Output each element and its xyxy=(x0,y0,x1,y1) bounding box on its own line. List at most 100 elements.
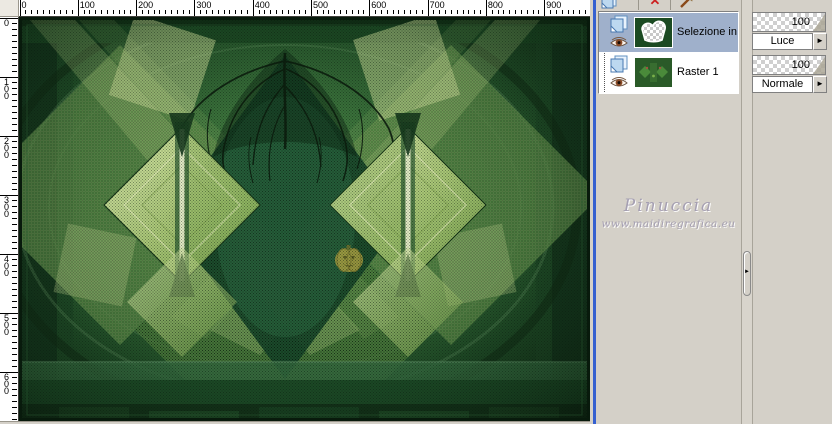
watermark: Pinuccia www.maidiregrafica.eu xyxy=(596,196,741,230)
ruler-label: 100 xyxy=(79,0,95,10)
new-layer-icon[interactable] xyxy=(600,0,618,10)
ruler-tick xyxy=(287,10,289,14)
layer-row-raster-1[interactable]: Raster 1 xyxy=(599,53,738,92)
ruler-tick xyxy=(258,10,260,14)
ruler-tick xyxy=(456,10,458,14)
layer-type-icon xyxy=(610,55,628,73)
ruler-major-tick xyxy=(369,0,371,16)
ruler-tick xyxy=(12,401,17,402)
ruler-tick xyxy=(526,10,528,14)
ruler-label: 0 xyxy=(4,17,10,28)
ruler-tick xyxy=(12,165,17,166)
ruler-tick xyxy=(12,206,17,208)
blend-mode-dropdown-raster1[interactable]: Normale xyxy=(752,76,813,93)
ruler-tick xyxy=(12,111,17,113)
ruler-horizontal: 0 100 200 300 400 500 600 700 800 900 xyxy=(19,0,590,17)
ruler-label: 200 xyxy=(4,135,10,160)
delete-layer-icon[interactable]: ✕ xyxy=(646,0,664,10)
layer-thumbnail[interactable] xyxy=(634,17,673,48)
edit-brush-icon[interactable] xyxy=(678,0,696,10)
splitter-arrow-icon: ► xyxy=(744,269,750,275)
ruler-tick xyxy=(345,10,347,14)
ruler-tick xyxy=(340,10,342,14)
ruler-major-tick xyxy=(0,194,18,196)
blend-mode-arrow-button[interactable]: ► xyxy=(813,33,827,50)
layer-visibility-eye-icon[interactable] xyxy=(610,36,628,49)
ruler-tick xyxy=(316,10,318,14)
layer-type-icon xyxy=(610,15,628,33)
ruler-tick xyxy=(12,147,17,149)
ruler-tick xyxy=(12,353,17,355)
ruler-major-tick xyxy=(485,0,487,16)
ruler-tick xyxy=(12,336,17,338)
ruler-tick xyxy=(12,47,17,48)
layer-row-selezione-innalzata[interactable]: Selezione innalzat xyxy=(599,13,738,52)
ruler-tick xyxy=(585,10,586,14)
ruler-tick xyxy=(60,10,62,14)
ruler-label: 300 xyxy=(4,194,10,219)
ruler-tick xyxy=(176,10,178,14)
ruler-tick xyxy=(410,10,412,14)
ruler-tick xyxy=(12,406,17,408)
slider-thumb-icon[interactable] xyxy=(813,14,825,31)
toolbar-separator xyxy=(638,0,639,10)
ruler-label: 0 xyxy=(21,0,27,10)
ruler-tick xyxy=(12,247,17,249)
ruler-tick xyxy=(130,10,132,14)
ruler-tick xyxy=(12,265,17,267)
ruler-tick xyxy=(83,10,85,14)
ruler-tick xyxy=(12,383,17,385)
layer-name: Raster 1 xyxy=(677,66,719,78)
ruler-tick xyxy=(200,10,202,14)
layer-visibility-eye-icon[interactable] xyxy=(610,76,628,89)
ruler-tick xyxy=(421,10,423,14)
image-canvas[interactable] xyxy=(19,17,590,421)
ruler-tick xyxy=(12,23,17,25)
layer-thumbnail[interactable] xyxy=(634,57,673,88)
ruler-tick xyxy=(322,10,324,14)
ruler-tick xyxy=(12,324,17,326)
ruler-label: 600 xyxy=(371,0,387,10)
ruler-tick xyxy=(392,10,394,14)
artwork xyxy=(19,17,590,421)
ruler-tick xyxy=(147,10,149,14)
blend-mode-dropdown-selezione[interactable]: Luce diffusa xyxy=(752,33,813,50)
ruler-major-tick xyxy=(0,135,18,137)
ruler-tick xyxy=(12,283,17,284)
ruler-tick xyxy=(415,10,417,14)
ruler-tick xyxy=(561,10,563,14)
splitter-grip[interactable]: ► xyxy=(743,251,751,296)
ruler-tick xyxy=(182,10,184,14)
ruler-tick xyxy=(95,10,97,14)
ruler-tick xyxy=(509,10,511,14)
layer-name: Selezione innalzat xyxy=(677,26,737,38)
ruler-tick xyxy=(101,10,103,14)
ruler-vertical: 0 100 200 300 400 500 600 xyxy=(0,17,19,421)
ruler-tick xyxy=(12,64,17,66)
blend-mode-arrow-button[interactable]: ► xyxy=(813,76,827,93)
opacity-slider-selezione[interactable]: 100 xyxy=(752,12,826,32)
app-window: 0 100 200 300 400 500 600 700 800 900 0 100 200 300 4… xyxy=(0,0,832,424)
ruler-tick xyxy=(12,224,17,225)
ruler-major-tick xyxy=(0,371,18,373)
ruler-tick xyxy=(573,10,575,14)
ruler-tick xyxy=(12,229,17,231)
ruler-tick xyxy=(12,218,17,220)
ruler-tick xyxy=(25,10,27,14)
ruler-tick xyxy=(12,342,17,343)
ruler-tick xyxy=(12,35,17,37)
ruler-tick xyxy=(188,10,190,14)
ruler-tick xyxy=(12,88,17,90)
opacity-slider-raster1[interactable]: 100 xyxy=(752,55,826,75)
layers-palette: ✕ Selezione in Raster 1 Pinuccia www.mai… xyxy=(596,0,832,424)
ruler-tick xyxy=(276,10,278,14)
ruler-tick xyxy=(462,10,464,14)
opacity-value: 100 xyxy=(791,16,810,28)
ruler-tick xyxy=(12,377,17,379)
slider-thumb-icon[interactable] xyxy=(813,57,825,74)
ruler-tick xyxy=(229,10,231,14)
ruler-tick xyxy=(439,10,441,14)
ruler-tick xyxy=(159,10,161,14)
ruler-major-tick xyxy=(0,312,18,314)
ruler-tick xyxy=(12,277,17,279)
